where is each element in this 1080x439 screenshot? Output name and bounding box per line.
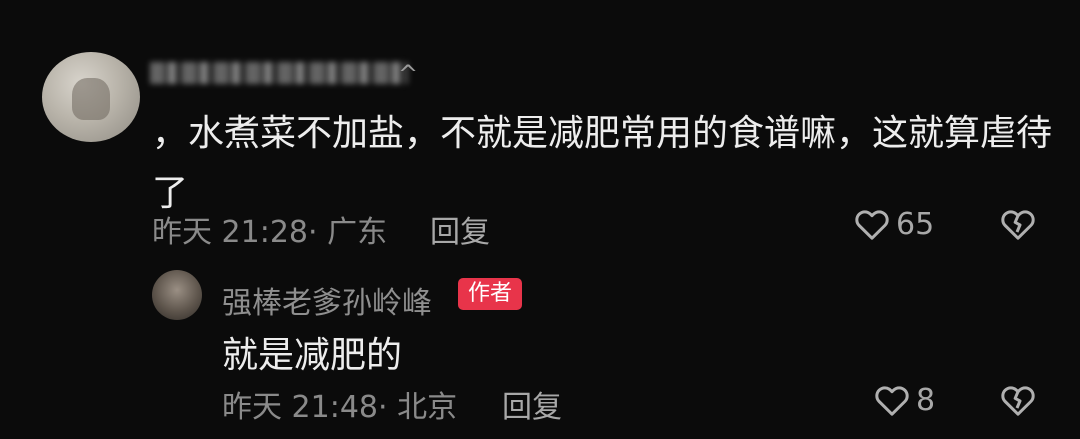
reply-username[interactable]: 强棒老爹孙岭峰: [222, 278, 432, 322]
caret-icon: ^: [398, 60, 419, 88]
commenter-username-blurred[interactable]: [150, 62, 408, 84]
commenter-avatar[interactable]: [42, 52, 140, 142]
broken-heart-icon: [1001, 210, 1035, 240]
comment-like-count: 65: [896, 206, 935, 242]
heart-outline-icon: [855, 210, 889, 240]
reply-dislike-button[interactable]: [998, 380, 1038, 420]
broken-heart-icon: [1001, 386, 1035, 416]
comment-like-button[interactable]: 65: [852, 204, 934, 244]
comment-reply-button[interactable]: 回复: [430, 207, 490, 251]
reply-meta: 昨天 21:48· 北京: [222, 390, 458, 425]
reply-reply-button[interactable]: 回复: [502, 382, 562, 426]
reply-like-button[interactable]: 8: [872, 380, 935, 420]
reply-avatar[interactable]: [152, 270, 202, 320]
reply-text: 就是减肥的: [222, 335, 403, 376]
reply-like-count: 8: [916, 382, 936, 418]
author-badge: 作者: [458, 278, 523, 310]
comment-meta: 昨天 21:28· 广东: [152, 215, 388, 250]
comment-dislike-button[interactable]: [998, 204, 1038, 244]
heart-outline-icon: [875, 386, 909, 416]
